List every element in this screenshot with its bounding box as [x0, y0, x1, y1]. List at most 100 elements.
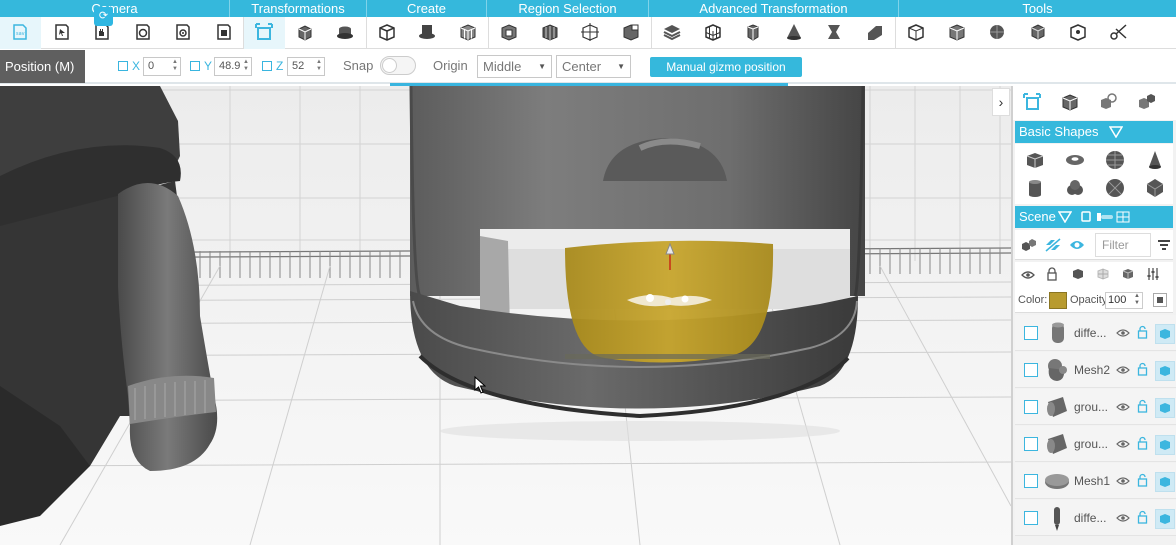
tools-hollow-button[interactable]	[896, 17, 937, 49]
lock-icon[interactable]	[1137, 436, 1148, 453]
camera-fit-button[interactable]	[203, 17, 244, 49]
y-value-input[interactable]: 48.9 ▲ ▼	[214, 57, 252, 76]
group-objects-icon[interactable]	[1021, 238, 1037, 255]
panel-tab-transform[interactable]	[1013, 88, 1051, 118]
eye-icon[interactable]	[1021, 269, 1035, 284]
visibility-toggle-icon[interactable]	[1081, 206, 1131, 231]
transform-scale-button[interactable]	[325, 17, 366, 49]
apply-color-button[interactable]	[1153, 293, 1167, 307]
mesh-checkbox[interactable]	[1024, 363, 1038, 377]
mesh-material-button[interactable]	[1155, 398, 1175, 418]
eye-icon[interactable]	[1116, 327, 1130, 342]
z-axis-checkbox[interactable]	[262, 61, 272, 71]
z-value-input[interactable]: 52 ▲ ▼	[287, 57, 325, 76]
camera-home-button[interactable]: sav	[0, 17, 41, 49]
stepper-arrows-icon[interactable]: ▲ ▼	[1134, 293, 1140, 307]
eye-icon[interactable]	[1116, 475, 1130, 490]
y-axis-checkbox[interactable]	[190, 61, 200, 71]
mesh-checkbox[interactable]	[1024, 474, 1038, 488]
create-box-button[interactable]	[367, 17, 408, 49]
eye-icon[interactable]	[1116, 364, 1130, 379]
stepper-arrows-icon[interactable]: ▲ ▼	[316, 59, 322, 73]
list-item[interactable]: grou...	[1015, 389, 1176, 425]
shape-cylinder[interactable]	[1015, 175, 1055, 203]
sliders-icon[interactable]	[1146, 267, 1160, 284]
shape-box[interactable]	[1015, 147, 1055, 175]
mesh-checkbox[interactable]	[1024, 511, 1038, 525]
camera-rotate-button[interactable]	[122, 17, 163, 49]
scene-header[interactable]: Scene	[1015, 206, 1173, 228]
shaded-cube-icon[interactable]	[1121, 267, 1135, 284]
adv-layers-button[interactable]	[652, 17, 693, 49]
shape-knot[interactable]	[1055, 175, 1095, 203]
tools-solid-button[interactable]	[937, 17, 978, 49]
lock-icon[interactable]	[1137, 325, 1148, 342]
transform-rotate-button[interactable]	[285, 17, 326, 49]
reset-position-button[interactable]: ⟳	[94, 7, 113, 26]
shape-geosphere[interactable]	[1095, 175, 1135, 203]
tools-chamfer-button[interactable]	[1018, 17, 1059, 49]
adv-extrude-button[interactable]	[733, 17, 774, 49]
x-value-input[interactable]: 0 ▲ ▼	[143, 57, 181, 76]
camera-select-button[interactable]	[41, 17, 82, 49]
adv-cone-button[interactable]	[774, 17, 815, 49]
create-cylinder-button[interactable]	[407, 17, 448, 49]
shape-torus[interactable]	[1055, 147, 1095, 175]
list-item[interactable]: diffe...	[1015, 500, 1176, 536]
3d-viewport[interactable]	[0, 86, 1011, 545]
mesh-checkbox[interactable]	[1024, 400, 1038, 414]
hidden-objects-icon[interactable]	[1045, 238, 1061, 255]
camera-zoom-button[interactable]	[162, 17, 203, 49]
shape-cone[interactable]	[1135, 147, 1175, 175]
manual-gizmo-position-button[interactable]: Manual gizmo position	[650, 57, 802, 77]
mesh-checkbox[interactable]	[1024, 326, 1038, 340]
solid-cube-icon[interactable]	[1071, 267, 1085, 284]
shape-polyhedron[interactable]	[1135, 175, 1175, 203]
list-item[interactable]: grou...	[1015, 426, 1176, 462]
wire-cube-icon[interactable]	[1096, 267, 1110, 284]
eye-icon[interactable]	[1116, 512, 1130, 527]
mesh-material-button[interactable]	[1155, 435, 1175, 455]
tools-cut-button[interactable]	[1099, 17, 1140, 49]
origin-horizontal-select[interactable]: Center ▼	[556, 55, 631, 78]
region-box-button[interactable]	[570, 17, 611, 49]
lock-icon[interactable]	[1046, 267, 1058, 284]
eye-icon[interactable]	[1069, 238, 1085, 255]
scene-filter-input[interactable]: Filter	[1095, 233, 1151, 257]
transform-move-button[interactable]	[244, 17, 285, 49]
region-slice-button[interactable]	[530, 17, 571, 49]
mesh-checkbox[interactable]	[1024, 437, 1038, 451]
list-item[interactable]: Mesh2	[1015, 352, 1176, 388]
list-item[interactable]: Mesh1	[1015, 463, 1176, 499]
mesh-material-button[interactable]	[1155, 472, 1175, 492]
mesh-material-button[interactable]	[1155, 324, 1175, 344]
lock-icon[interactable]	[1137, 473, 1148, 490]
tools-sphere-button[interactable]	[977, 17, 1018, 49]
panel-tab-materials[interactable]	[1089, 88, 1127, 118]
eye-icon[interactable]	[1116, 401, 1130, 416]
basic-shapes-header[interactable]: Basic Shapes	[1015, 121, 1173, 143]
mesh-material-button[interactable]	[1155, 361, 1175, 381]
color-swatch[interactable]	[1049, 292, 1067, 309]
lock-icon[interactable]	[1137, 362, 1148, 379]
opacity-input[interactable]: 100 ▲ ▼	[1105, 292, 1143, 309]
region-puzzle-button[interactable]	[611, 17, 652, 49]
adv-bend-button[interactable]	[855, 17, 896, 49]
panel-tab-objects[interactable]	[1051, 88, 1089, 118]
mesh-material-button[interactable]	[1155, 509, 1175, 529]
x-axis-checkbox[interactable]	[118, 61, 128, 71]
list-item[interactable]: diffe...	[1015, 315, 1176, 351]
stepper-arrows-icon[interactable]: ▲ ▼	[172, 59, 178, 73]
collapse-panel-button[interactable]: ›	[992, 88, 1010, 116]
region-select-button[interactable]	[489, 17, 530, 49]
adv-voxel-button[interactable]	[693, 17, 734, 49]
filter-list-icon[interactable]	[1157, 239, 1171, 254]
lock-icon[interactable]	[1137, 399, 1148, 416]
adv-twist-button[interactable]	[814, 17, 855, 49]
panel-tab-export[interactable]	[1127, 88, 1165, 118]
snap-toggle[interactable]	[380, 56, 416, 75]
create-mesh-button[interactable]	[448, 17, 489, 49]
tools-inspect-button[interactable]	[1058, 17, 1099, 49]
eye-icon[interactable]	[1116, 438, 1130, 453]
stepper-arrows-icon[interactable]: ▲ ▼	[243, 59, 249, 73]
